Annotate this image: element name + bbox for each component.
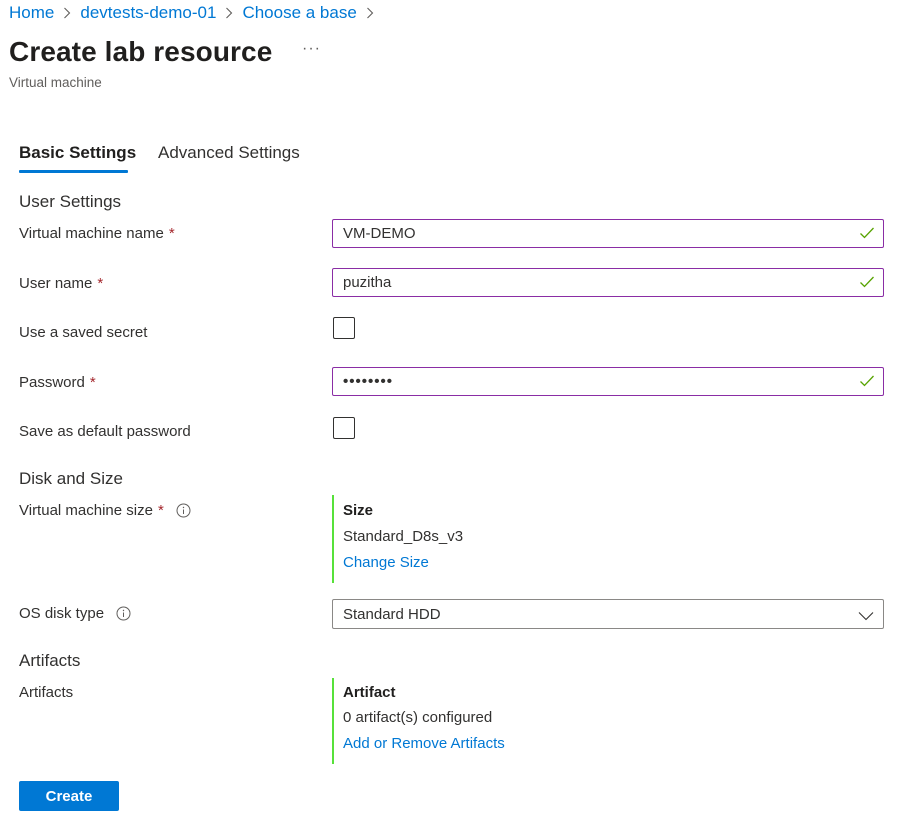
os-disk-type-dropdown[interactable]: Standard HDD: [332, 599, 884, 629]
required-marker: *: [97, 275, 104, 292]
required-marker: *: [168, 225, 175, 242]
vm-size-summary-title: Size: [343, 502, 374, 519]
user-name-input[interactable]: puzitha: [332, 268, 884, 297]
required-marker: *: [89, 374, 96, 391]
password-label-text: Password: [19, 374, 85, 391]
vm-name-input[interactable]: VM-DEMO: [332, 219, 884, 248]
create-button[interactable]: Create: [19, 781, 119, 811]
checkmark-icon: [859, 275, 875, 293]
artifacts-label: Artifacts: [19, 684, 74, 701]
breadcrumb-lab[interactable]: devtests-demo-01: [80, 3, 216, 23]
password-input[interactable]: ••••••••: [332, 367, 884, 396]
tab-basic-settings[interactable]: Basic Settings: [19, 143, 136, 163]
more-options-button[interactable]: ···: [302, 40, 321, 58]
vm-name-value: VM-DEMO: [343, 225, 416, 242]
vm-size-label-text: Virtual machine size: [19, 502, 153, 519]
active-tab-indicator: [19, 170, 128, 173]
password-value: ••••••••: [343, 373, 394, 390]
vm-size-value: Standard_D8s_v3: [343, 528, 464, 545]
chevron-right-icon: [366, 7, 374, 19]
artifacts-summary-title: Artifact: [343, 684, 396, 701]
artifacts-count: 0 artifact(s) configured: [343, 709, 493, 726]
vm-size-label: Virtual machine size *: [19, 502, 191, 519]
user-name-label-text: User name: [19, 275, 93, 292]
artifacts-summary: Artifact 0 artifact(s) configured Add or…: [332, 678, 505, 764]
breadcrumb: Home devtests-demo-01 Choose a base: [9, 3, 383, 23]
chevron-right-icon: [225, 7, 233, 19]
checkmark-icon: [859, 374, 875, 392]
vm-name-label-text: Virtual machine name: [19, 225, 164, 242]
chevron-down-icon: [858, 608, 874, 625]
use-saved-secret-checkbox[interactable]: [333, 317, 355, 339]
use-saved-secret-label: Use a saved secret: [19, 324, 148, 341]
add-remove-artifacts-link[interactable]: Add or Remove Artifacts: [343, 734, 505, 764]
breadcrumb-home[interactable]: Home: [9, 3, 54, 23]
os-disk-type-label-text: OS disk type: [19, 605, 105, 622]
chevron-right-icon: [63, 7, 71, 19]
section-disk-and-size: Disk and Size: [19, 469, 123, 488]
tab-advanced-settings[interactable]: Advanced Settings: [158, 143, 300, 163]
os-disk-type-selected: Standard HDD: [343, 605, 441, 623]
checkmark-icon: [859, 226, 875, 244]
required-marker: *: [157, 502, 164, 519]
save-default-password-checkbox[interactable]: [333, 417, 355, 439]
section-artifacts: Artifacts: [19, 651, 81, 670]
breadcrumb-choose-base[interactable]: Choose a base: [242, 3, 356, 23]
user-name-value: puzitha: [343, 274, 392, 291]
os-disk-type-label: OS disk type: [19, 605, 131, 622]
page-title: Create lab resource: [9, 36, 273, 67]
info-icon[interactable]: [176, 503, 191, 518]
save-default-password-label: Save as default password: [19, 423, 191, 440]
page-subtitle: Virtual machine: [9, 75, 102, 90]
password-label: Password *: [19, 374, 96, 391]
vm-name-label: Virtual machine name *: [19, 225, 175, 242]
info-icon[interactable]: [116, 606, 131, 621]
vm-size-summary: Size Standard_D8s_v3 Change Size: [332, 495, 463, 583]
user-name-label: User name *: [19, 275, 103, 292]
section-user-settings: User Settings: [19, 192, 122, 211]
change-size-link[interactable]: Change Size: [343, 553, 463, 583]
